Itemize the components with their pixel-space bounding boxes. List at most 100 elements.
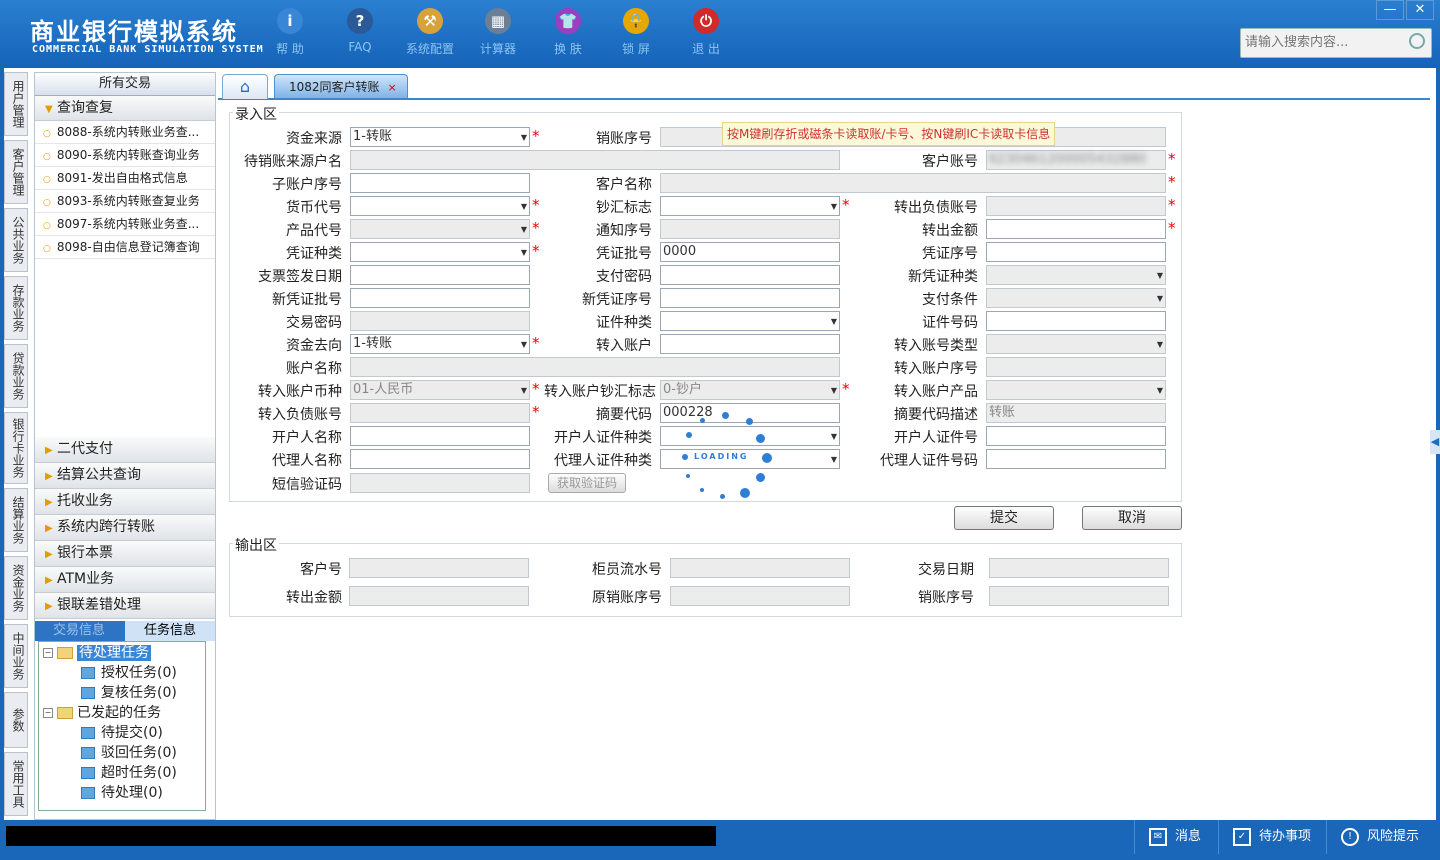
tree-node-rejected[interactable]: 驳回任务(0) <box>81 744 177 762</box>
nav-group[interactable]: ▶ 银联差错处理 <box>35 593 215 619</box>
nav-group[interactable]: ▶ 银行本票 <box>35 541 215 567</box>
toolbar-info-button[interactable]: i 帮 助 <box>260 8 320 57</box>
vtab-4[interactable]: 贷款业务 <box>4 344 28 408</box>
dropdown-arrow-icon[interactable]: ▼ <box>521 198 527 216</box>
dropdown-arrow-icon[interactable]: ▼ <box>521 244 527 262</box>
vtab-3[interactable]: 存款业务 <box>4 276 28 340</box>
field-out_amount[interactable] <box>986 219 1166 239</box>
vtab-8[interactable]: 中间业务 <box>4 624 28 688</box>
dropdown-arrow-icon[interactable]: ▼ <box>831 428 837 446</box>
out-label-teller_seq: 柜员流水号 <box>592 562 662 578</box>
field-id_no[interactable] <box>986 311 1166 331</box>
label-pay_cond: 支付条件 <box>922 292 978 308</box>
toolbar-power-button[interactable]: ⏻ 退 出 <box>676 8 736 57</box>
nav-item[interactable]: ○ 8097-系统内转账业务查... <box>35 213 215 236</box>
nav-item[interactable]: ○ 8090-系统内转账查询业务 <box>35 144 215 167</box>
nav-group[interactable]: ▶ 系统内跨行转账 <box>35 515 215 541</box>
dropdown-arrow-icon[interactable]: ▼ <box>1157 267 1163 285</box>
field-voucher_type[interactable]: ▼ <box>350 242 530 262</box>
tab-task-info[interactable]: 任务信息 <box>125 621 215 641</box>
tree-node-initiated[interactable]: − 已发起的任务 <box>43 704 161 722</box>
dropdown-arrow-icon[interactable]: ▼ <box>1157 336 1163 354</box>
nav-group[interactable]: ▶ 结算公共查询 <box>35 463 215 489</box>
vtab-9[interactable]: 参数 <box>4 692 28 748</box>
submit-button[interactable]: 提交 <box>954 506 1054 530</box>
dropdown-arrow-icon[interactable]: ▼ <box>831 198 837 216</box>
nav-item[interactable]: ○ 8088-系统内转账业务查... <box>35 121 215 144</box>
nav-item[interactable]: ○ 8091-发出自由格式信息 <box>35 167 215 190</box>
nav-item[interactable]: ○ 8093-系统内转账查复业务 <box>35 190 215 213</box>
field-open_name[interactable] <box>350 426 530 446</box>
field-pay_cond: ▼ <box>986 288 1166 308</box>
nav-group-open[interactable]: ▼ 查询查复 <box>35 96 215 121</box>
label-open_id_type: 开户人证件种类 <box>554 430 652 446</box>
collapse-icon[interactable]: − <box>43 648 53 658</box>
field-new_voucher_seq[interactable] <box>660 288 840 308</box>
field-agent_id_no[interactable] <box>986 449 1166 469</box>
close-tab-icon[interactable]: × <box>388 81 397 94</box>
toolbar-question-button[interactable]: ? FAQ <box>330 8 390 54</box>
dropdown-arrow-icon[interactable]: ▼ <box>1157 290 1163 308</box>
dropdown-arrow-icon[interactable]: ▼ <box>831 451 837 469</box>
field-cash_flag[interactable]: ▼ <box>660 196 840 216</box>
dropdown-arrow-icon[interactable]: ▼ <box>521 382 527 400</box>
field-new_voucher_batch[interactable] <box>350 288 530 308</box>
required-marker: * <box>532 242 540 260</box>
tree-node-authorize[interactable]: 授权任务(0) <box>81 664 177 682</box>
field-open_id_no[interactable] <box>986 426 1166 446</box>
nav-group[interactable]: ▶ 托收业务 <box>35 489 215 515</box>
nav-item[interactable]: ○ 8098-自由信息登记簿查询 <box>35 236 215 259</box>
vtab-10[interactable]: 常用工具 <box>4 752 28 816</box>
tab-current[interactable]: 1082同客户转账 × <box>274 74 408 98</box>
search-icon[interactable] <box>1409 33 1425 49</box>
toolbar-toolbox-button[interactable]: ⚒ 系统配置 <box>400 8 460 57</box>
toolbar-shirt-button[interactable]: 👕 换 肤 <box>538 8 598 57</box>
field-id_type[interactable]: ▼ <box>660 311 840 331</box>
tab-home[interactable]: ⌂ <box>222 74 268 99</box>
cancel-button[interactable]: 取消 <box>1082 506 1182 530</box>
required-marker: * <box>842 380 850 398</box>
tree-node-review[interactable]: 复核任务(0) <box>81 684 177 702</box>
toolbar-lock-button[interactable]: 🔒 锁 屏 <box>606 8 666 57</box>
nav-group[interactable]: ▶ ATM业务 <box>35 567 215 593</box>
dropdown-arrow-icon[interactable]: ▼ <box>831 382 837 400</box>
field-cheque_date[interactable] <box>350 265 530 285</box>
tree-node-pending[interactable]: − 待处理任务 <box>43 644 151 662</box>
vtab-0[interactable]: 用户管理 <box>4 72 28 136</box>
tree-node-to-submit[interactable]: 待提交(0) <box>81 724 163 742</box>
dropdown-arrow-icon[interactable]: ▼ <box>521 221 527 239</box>
vtab-5[interactable]: 银行卡业务 <box>4 412 28 484</box>
nav-header[interactable]: 所有交易 <box>35 73 215 96</box>
field-in_acct[interactable] <box>660 334 840 354</box>
field-fund_source[interactable]: 1-转账 ▼ <box>350 127 530 147</box>
tab-trade-info[interactable]: 交易信息 <box>35 621 123 641</box>
field-sub_acct_seq[interactable] <box>350 173 530 193</box>
collapse-icon[interactable]: − <box>43 708 53 718</box>
tree-node-processing[interactable]: 待处理(0) <box>81 784 163 802</box>
tree-node-timeout[interactable]: 超时任务(0) <box>81 764 177 782</box>
field-currency[interactable]: ▼ <box>350 196 530 216</box>
field-fund_dest[interactable]: 1-转账 ▼ <box>350 334 530 354</box>
collapse-arrow-icon[interactable]: ◀ <box>1430 430 1440 454</box>
dropdown-arrow-icon[interactable]: ▼ <box>831 313 837 331</box>
todo-button[interactable]: ✓ 待办事项 <box>1218 820 1333 854</box>
risk-button[interactable]: ! 风险提示 <box>1326 820 1440 854</box>
minimize-button[interactable]: — <box>1376 0 1404 20</box>
label-in_acct_type: 转入账号类型 <box>894 338 978 354</box>
vtab-2[interactable]: 公共业务 <box>4 208 28 272</box>
dropdown-arrow-icon[interactable]: ▼ <box>521 129 527 147</box>
vtab-1[interactable]: 客户管理 <box>4 140 28 204</box>
field-voucher_seq[interactable] <box>986 242 1166 262</box>
dropdown-arrow-icon[interactable]: ▼ <box>1157 382 1163 400</box>
field-pay_pwd[interactable] <box>660 265 840 285</box>
toolbar-calculator-button[interactable]: ▦ 计算器 <box>468 8 528 57</box>
search-input[interactable] <box>1241 29 1405 55</box>
nav-group[interactable]: ▶ 二代支付 <box>35 437 215 463</box>
field-agent_name[interactable] <box>350 449 530 469</box>
get-code-button[interactable]: 获取验证码 <box>548 473 626 493</box>
vtab-7[interactable]: 资金业务 <box>4 556 28 620</box>
vtab-6[interactable]: 结算业务 <box>4 488 28 552</box>
field-voucher_batch[interactable]: 0000 <box>660 242 840 262</box>
close-window-button[interactable]: ✕ <box>1406 0 1434 20</box>
dropdown-arrow-icon[interactable]: ▼ <box>521 336 527 354</box>
